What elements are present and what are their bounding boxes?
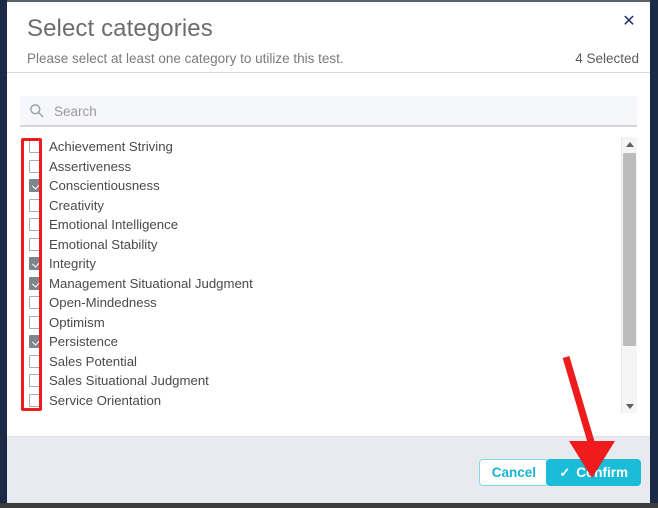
category-checkbox[interactable]	[29, 237, 42, 251]
list-item[interactable]: Achievement Striving	[21, 137, 621, 157]
list-item-label: Sales Potential	[49, 353, 137, 369]
category-checkbox[interactable]	[29, 140, 42, 154]
list-item[interactable]: Creativity	[21, 196, 621, 216]
cancel-button[interactable]: Cancel	[478, 459, 549, 486]
dialog-header: Select categories Please select at least…	[7, 2, 650, 73]
dialog-subtitle: Please select at least one category to u…	[27, 51, 344, 66]
page-edge-bottom	[0, 503, 658, 508]
selected-count-label: 4 Selected	[575, 51, 639, 66]
category-checkbox[interactable]	[29, 276, 42, 290]
list-item-label: Optimism	[49, 314, 105, 330]
category-checkbox[interactable]	[29, 198, 42, 212]
dialog-footer: Cancel ✓ Confirm	[7, 436, 650, 503]
list-item[interactable]: Service Orientation	[21, 391, 621, 411]
list-item-label: Service Orientation	[49, 392, 162, 408]
select-categories-dialog: Select categories Please select at least…	[7, 2, 650, 503]
category-checkbox[interactable]	[29, 159, 42, 173]
list-item[interactable]: Sales Situational Judgment	[21, 371, 621, 391]
scrollbar-thumb[interactable]	[623, 153, 636, 346]
list-item[interactable]: Conscientiousness	[21, 176, 621, 196]
list-item-label: Conscientiousness	[49, 178, 160, 193]
confirm-button[interactable]: ✓ Confirm	[546, 459, 641, 486]
category-list-region: Achievement Striving Assertiveness Conscie…	[21, 137, 637, 413]
category-checkbox[interactable]	[29, 179, 42, 193]
category-list[interactable]: Achievement Striving Assertiveness Conscie…	[21, 137, 621, 413]
list-item-label: Creativity	[49, 197, 104, 213]
list-item[interactable]: Optimism	[21, 313, 621, 333]
page-edge-left	[0, 0, 7, 508]
list-item[interactable]: Emotional Intelligence	[21, 215, 621, 235]
category-checkbox[interactable]	[29, 374, 42, 388]
list-item-label: Emotional Stability	[49, 236, 158, 252]
page-edge-right	[650, 0, 658, 508]
category-checkbox[interactable]	[29, 335, 42, 349]
list-item-label: Open-Mindedness	[49, 295, 157, 310]
check-icon: ✓	[559, 465, 571, 480]
dialog-body: Achievement Striving Assertiveness Conscie…	[7, 73, 650, 436]
category-checkbox[interactable]	[29, 393, 42, 407]
search-icon	[29, 103, 44, 118]
search-field-wrapper[interactable]	[20, 96, 637, 127]
list-item[interactable]: Sales Potential	[21, 352, 621, 372]
list-item[interactable]: Management Situational Judgment	[21, 274, 621, 294]
page-title: Select categories	[27, 15, 213, 42]
list-item[interactable]: Persistence	[21, 332, 621, 352]
list-item[interactable]: Open-Mindedness	[21, 293, 621, 313]
search-input[interactable]	[52, 96, 634, 127]
category-checkbox[interactable]	[29, 315, 42, 329]
list-item-label: Management Situational Judgment	[49, 275, 253, 291]
category-checkbox[interactable]	[29, 257, 42, 271]
scroll-up-arrow-icon[interactable]	[622, 137, 637, 151]
category-checkbox[interactable]	[29, 218, 42, 232]
list-item-label: Assertiveness	[49, 158, 132, 174]
list-item-label: Achievement Striving	[49, 139, 173, 154]
list-item-label: Persistence	[49, 334, 118, 349]
close-icon[interactable]: ✕	[618, 11, 640, 33]
list-item-label: Emotional Intelligence	[49, 217, 179, 232]
list-item[interactable]: Assertiveness	[21, 157, 621, 177]
list-item[interactable]: Integrity	[21, 254, 621, 274]
screen: Select categories Please select at least…	[0, 0, 658, 508]
category-checkbox[interactable]	[29, 296, 42, 310]
confirm-button-label: Confirm	[576, 465, 628, 480]
list-item-label: Integrity	[49, 256, 96, 271]
list-item-label: Sales Situational Judgment	[49, 373, 209, 388]
scroll-down-arrow-icon[interactable]	[622, 399, 637, 413]
category-list-scrollbar[interactable]	[621, 137, 637, 413]
list-item[interactable]: Emotional Stability	[21, 235, 621, 255]
category-checkbox[interactable]	[29, 354, 42, 368]
